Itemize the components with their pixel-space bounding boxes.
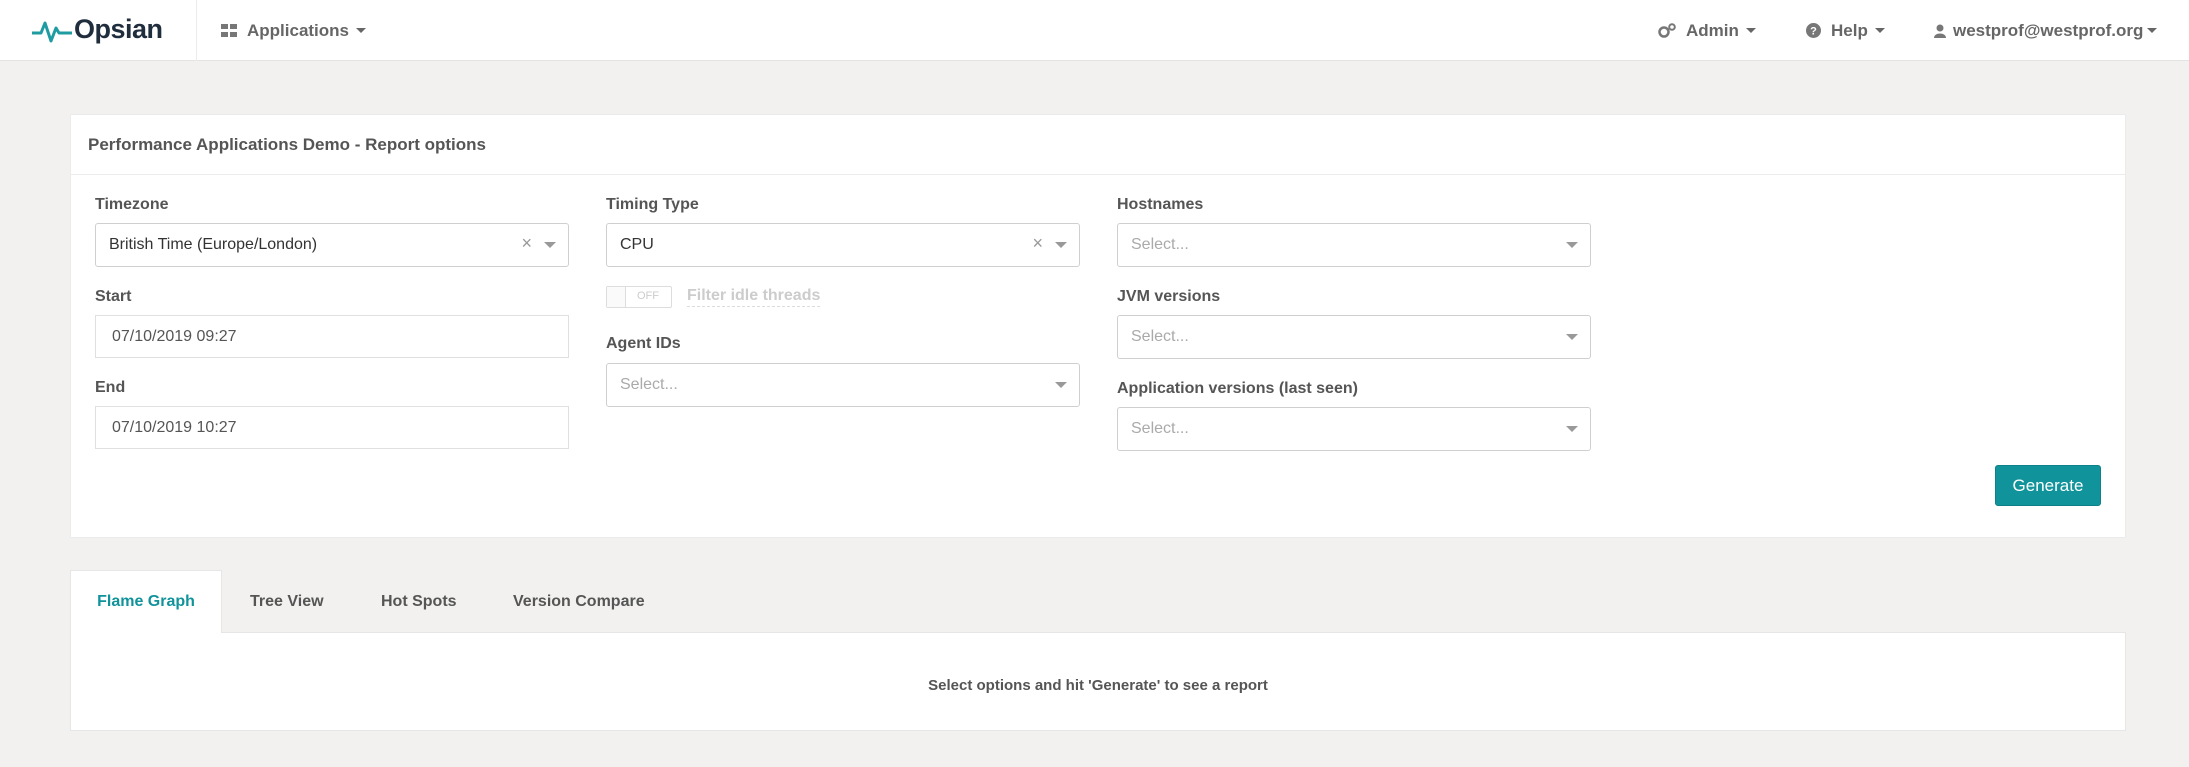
report-options-panel: Performance Applications Demo - Report o…: [70, 114, 2126, 538]
applications-label: Applications: [247, 20, 350, 40]
app-versions-placeholder: Select...: [1131, 420, 1189, 437]
chevron-down-icon: [2147, 28, 2158, 33]
app-versions-select[interactable]: Select...: [1117, 407, 1591, 451]
brand-name: Opsian: [74, 14, 163, 44]
dropdown-arrow-icon[interactable]: [1055, 242, 1067, 248]
app-versions-label: Application versions (last seen): [1117, 380, 1358, 397]
timing-type-label: Timing Type: [606, 196, 699, 213]
agent-ids-select[interactable]: Select...: [606, 363, 1080, 407]
admin-label: Admin: [1686, 20, 1739, 40]
timezone-label: Timezone: [95, 196, 169, 213]
top-navbar: Opsian Applications Admin ? Help westpro…: [0, 0, 2189, 61]
tab-flame-graph[interactable]: Flame Graph: [70, 570, 222, 633]
timing-type-select[interactable]: CPU ×: [606, 223, 1080, 267]
start-value: 07/10/2019 09:27: [112, 328, 237, 345]
jvm-versions-select[interactable]: Select...: [1117, 315, 1591, 359]
toggle-state: OFF: [637, 290, 659, 302]
grid-icon: [221, 24, 237, 37]
agent-ids-placeholder: Select...: [620, 376, 678, 393]
user-email: westprof@westprof.org: [1953, 20, 2144, 40]
tab-version-compare[interactable]: Version Compare: [513, 570, 645, 633]
timing-type-value: CPU: [620, 236, 654, 253]
start-label: Start: [95, 288, 132, 305]
jvm-versions-placeholder: Select...: [1131, 328, 1189, 345]
user-icon: [1934, 24, 1946, 38]
end-datetime-input[interactable]: 07/10/2019 10:27: [95, 406, 569, 449]
timezone-value: British Time (Europe/London): [109, 236, 318, 253]
help-menu[interactable]: ? Help: [1806, 0, 1885, 61]
pulse-logo-icon: [32, 21, 72, 43]
clear-icon[interactable]: ×: [521, 233, 532, 254]
empty-report-message: Select options and hit 'Generate' to see…: [928, 677, 1268, 694]
toggle-knob: [607, 287, 626, 307]
brand-logo[interactable]: Opsian: [0, 0, 197, 61]
dropdown-arrow-icon[interactable]: [1566, 426, 1578, 432]
filter-idle-label[interactable]: Filter idle threads: [687, 287, 821, 307]
chevron-down-icon: [1745, 28, 1756, 33]
jvm-versions-label: JVM versions: [1117, 288, 1221, 305]
hostnames-select[interactable]: Select...: [1117, 223, 1591, 267]
end-value: 07/10/2019 10:27: [112, 419, 237, 436]
dropdown-arrow-icon[interactable]: [1566, 334, 1578, 340]
tab-hot-spots[interactable]: Hot Spots: [381, 570, 457, 633]
clear-icon[interactable]: ×: [1032, 233, 1043, 254]
report-tab-panel: Select options and hit 'Generate' to see…: [70, 632, 2126, 731]
tab-tree-view[interactable]: Tree View: [250, 570, 324, 633]
hostnames-placeholder: Select...: [1131, 236, 1189, 253]
hostnames-label: Hostnames: [1117, 196, 1204, 213]
chevron-down-icon: [1874, 28, 1885, 33]
agent-ids-label: Agent IDs: [606, 335, 681, 352]
applications-menu[interactable]: Applications: [221, 0, 367, 61]
svg-text:?: ?: [1810, 26, 1817, 38]
dropdown-arrow-icon[interactable]: [1055, 382, 1067, 388]
generate-button[interactable]: Generate: [1995, 465, 2101, 506]
question-circle-icon: ?: [1806, 23, 1821, 38]
start-datetime-input[interactable]: 07/10/2019 09:27: [95, 315, 569, 358]
dropdown-arrow-icon[interactable]: [1566, 242, 1578, 248]
cogs-icon: [1658, 22, 1676, 39]
timezone-select[interactable]: British Time (Europe/London) ×: [95, 223, 569, 267]
chevron-down-icon: [356, 28, 367, 33]
admin-menu[interactable]: Admin: [1658, 0, 1756, 61]
help-label: Help: [1831, 20, 1868, 40]
filter-idle-toggle[interactable]: OFF: [606, 286, 672, 308]
end-label: End: [95, 379, 126, 396]
user-menu[interactable]: westprof@westprof.org: [1934, 0, 2158, 61]
panel-title: Performance Applications Demo - Report o…: [71, 115, 2125, 175]
dropdown-arrow-icon[interactable]: [544, 242, 556, 248]
